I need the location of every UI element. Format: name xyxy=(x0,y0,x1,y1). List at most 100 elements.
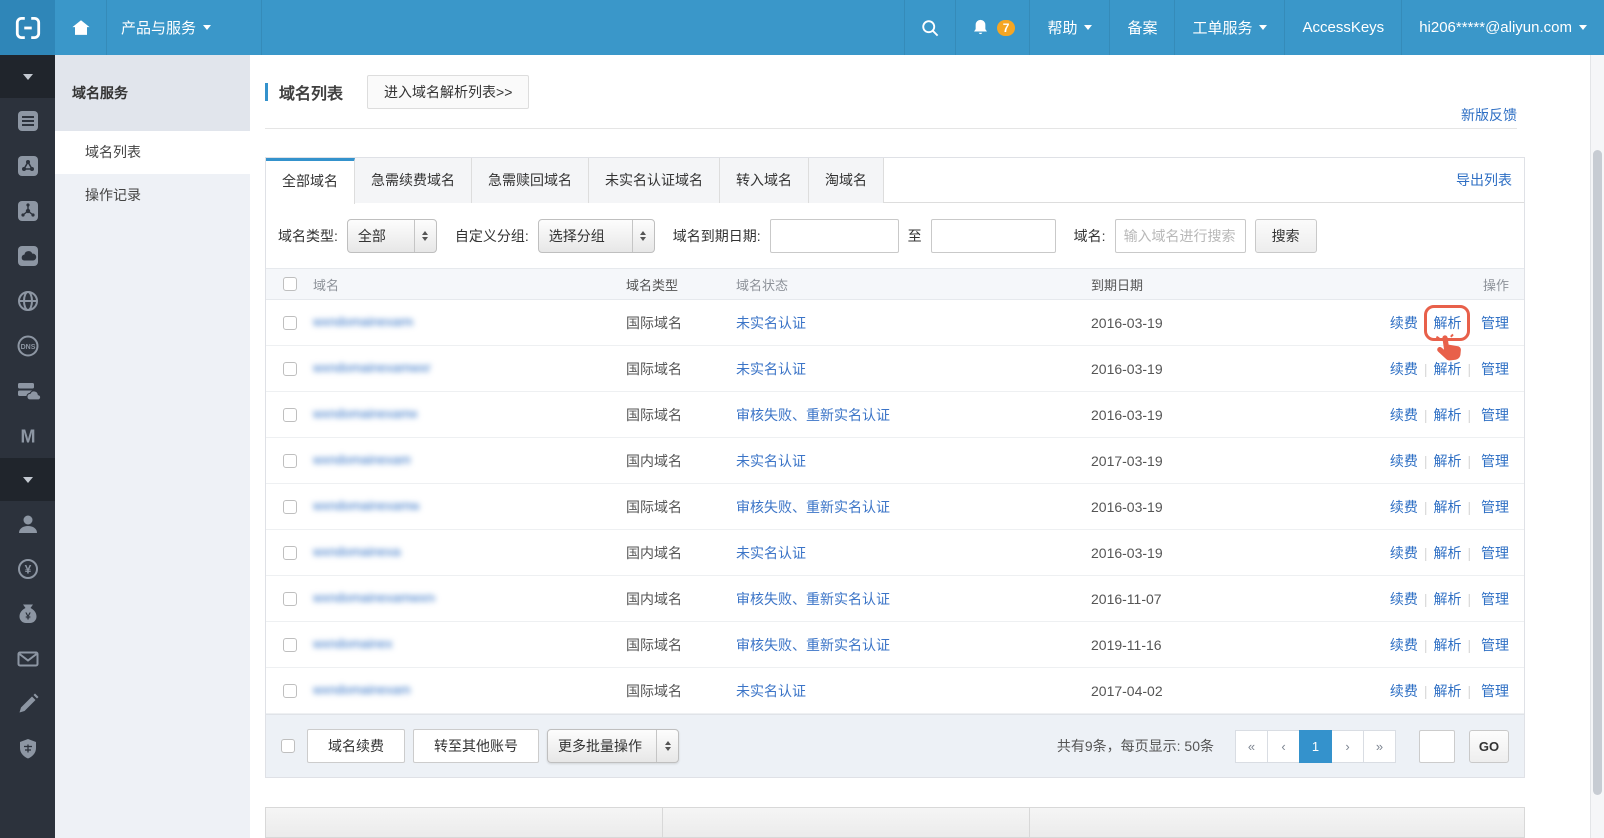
expiry-date-from-input[interactable] xyxy=(770,219,899,253)
renew-link[interactable]: 续费 xyxy=(1390,407,1418,423)
row-checkbox[interactable] xyxy=(283,638,297,652)
domain-status-link[interactable]: 未实名认证 xyxy=(736,361,806,377)
domain-status-link[interactable]: 未实名认证 xyxy=(736,453,806,469)
manage-link[interactable]: 管理 xyxy=(1481,453,1509,469)
resolve-link[interactable]: 解析 xyxy=(1433,407,1461,423)
renew-link[interactable]: 续费 xyxy=(1390,361,1418,377)
row-checkbox[interactable] xyxy=(283,316,297,330)
expiry-date-to-input[interactable] xyxy=(931,219,1056,253)
products-menu[interactable]: 产品与服务 xyxy=(107,0,262,55)
manage-link[interactable]: 管理 xyxy=(1481,683,1509,699)
subnav-item-domain-list[interactable]: 域名列表 xyxy=(55,131,250,174)
search-button[interactable] xyxy=(904,0,955,55)
accesskeys-link[interactable]: AccessKeys xyxy=(1284,0,1401,55)
manage-link[interactable]: 管理 xyxy=(1481,361,1509,377)
go-button[interactable]: GO xyxy=(1469,730,1509,763)
domain-status-link[interactable]: 审核失败、重新实名认证 xyxy=(736,499,890,515)
batch-actions-select[interactable]: 更多批量操作 xyxy=(547,729,679,763)
sidebar-collapse-bottom[interactable] xyxy=(0,458,55,501)
domain-status-link[interactable]: 审核失败、重新实名认证 xyxy=(736,637,890,653)
help-menu[interactable]: 帮助 xyxy=(1029,0,1109,55)
feedback-link[interactable]: 新版反馈 xyxy=(1461,105,1517,125)
last-page-button[interactable]: » xyxy=(1363,730,1396,763)
domain-name-blurred[interactable]: wxndomainexamwxn xyxy=(313,451,411,468)
domain-type-select[interactable]: 全部 xyxy=(347,219,437,253)
home-button[interactable] xyxy=(55,0,107,55)
resolve-link[interactable]: 解析 xyxy=(1433,591,1461,607)
manage-link[interactable]: 管理 xyxy=(1481,407,1509,423)
renew-link[interactable]: 续费 xyxy=(1390,499,1418,515)
sidebar-item-funds[interactable]: ¥ xyxy=(0,591,55,636)
scrollbar-thumb[interactable] xyxy=(1593,150,1602,795)
tab-transfer-in[interactable]: 转入域名 xyxy=(720,158,809,203)
manage-link[interactable]: 管理 xyxy=(1481,499,1509,515)
row-checkbox[interactable] xyxy=(283,500,297,514)
manage-link[interactable]: 管理 xyxy=(1481,545,1509,561)
row-checkbox[interactable] xyxy=(283,684,297,698)
search-submit-button[interactable]: 搜索 xyxy=(1255,219,1317,253)
prev-page-button[interactable]: ‹ xyxy=(1267,730,1300,763)
sidebar-collapse-top[interactable] xyxy=(0,55,55,98)
row-checkbox[interactable] xyxy=(283,546,297,560)
sidebar-item-ecs[interactable] xyxy=(0,98,55,143)
page-scrollbar[interactable] xyxy=(1590,55,1604,838)
resolve-link[interactable]: 解析 xyxy=(1433,315,1461,331)
sidebar-item-edit[interactable] xyxy=(0,681,55,726)
row-checkbox[interactable] xyxy=(283,408,297,422)
sidebar-item-billing[interactable]: ¥ xyxy=(0,546,55,591)
row-checkbox[interactable] xyxy=(283,592,297,606)
sidebar-item-oss[interactable] xyxy=(0,233,55,278)
renew-link[interactable]: 续费 xyxy=(1390,545,1418,561)
sidebar-item-cdn[interactable] xyxy=(0,278,55,323)
first-page-button[interactable]: « xyxy=(1235,730,1268,763)
domain-name-blurred[interactable]: wxndomainexamwxndom xyxy=(313,589,435,606)
sidebar-item-messages[interactable] xyxy=(0,636,55,681)
sidebar-item-domain[interactable] xyxy=(0,368,55,413)
page-jump-input[interactable] xyxy=(1419,730,1455,763)
renew-domains-button[interactable]: 域名续费 xyxy=(307,729,405,763)
domain-name-blurred[interactable]: wxndomainexamwxnd xyxy=(313,497,419,514)
subnav-item-operation-log[interactable]: 操作记录 xyxy=(55,174,250,217)
manage-link[interactable]: 管理 xyxy=(1481,637,1509,653)
tab-all-domains[interactable]: 全部域名 xyxy=(266,158,355,204)
domain-status-link[interactable]: 未实名认证 xyxy=(736,683,806,699)
resolve-link[interactable]: 解析 xyxy=(1433,453,1461,469)
renew-link[interactable]: 续费 xyxy=(1390,315,1418,331)
tab-redeem-urgent[interactable]: 急需赎回域名 xyxy=(472,158,589,203)
notifications-button[interactable]: 7 xyxy=(955,0,1030,55)
export-list-link[interactable]: 导出列表 xyxy=(1456,158,1512,203)
custom-group-select[interactable]: 选择分组 xyxy=(538,219,655,253)
row-checkbox[interactable] xyxy=(283,454,297,468)
resolve-link[interactable]: 解析 xyxy=(1433,499,1461,515)
sidebar-item-dns[interactable]: DNS xyxy=(0,323,55,368)
sidebar-item-user[interactable] xyxy=(0,501,55,546)
sidebar-item-security[interactable] xyxy=(0,726,55,771)
aliyun-logo[interactable] xyxy=(0,0,55,55)
tab-not-verified[interactable]: 未实名认证域名 xyxy=(589,158,720,203)
resolve-link[interactable]: 解析 xyxy=(1433,637,1461,653)
tab-tao-domains[interactable]: 淘域名 xyxy=(809,158,884,203)
beian-link[interactable]: 备案 xyxy=(1109,0,1174,55)
domain-name-blurred[interactable]: wxndomainexamwxn xyxy=(313,405,417,422)
row-checkbox[interactable] xyxy=(283,362,297,376)
next-page-button[interactable]: › xyxy=(1331,730,1364,763)
resolve-link[interactable]: 解析 xyxy=(1433,361,1461,377)
renew-link[interactable]: 续费 xyxy=(1390,637,1418,653)
resolve-link[interactable]: 解析 xyxy=(1433,545,1461,561)
domain-name-blurred[interactable]: wxndomainexamw xyxy=(313,543,401,560)
domain-status-link[interactable]: 未实名认证 xyxy=(736,545,806,561)
domain-name-blurred[interactable]: wxndomainexamwxndom xyxy=(313,359,431,376)
domain-status-link[interactable]: 审核失败、重新实名认证 xyxy=(736,591,890,607)
sidebar-item-slb[interactable] xyxy=(0,143,55,188)
manage-link[interactable]: 管理 xyxy=(1481,315,1509,331)
tickets-menu[interactable]: 工单服务 xyxy=(1174,0,1284,55)
domain-search-input[interactable] xyxy=(1115,219,1246,253)
domain-name-blurred[interactable]: wxndomainexam xyxy=(313,635,393,652)
transfer-account-button[interactable]: 转至其他账号 xyxy=(413,729,539,763)
resolve-link[interactable]: 解析 xyxy=(1433,683,1461,699)
domain-name-blurred[interactable]: wxndomainexamwxn xyxy=(313,313,413,330)
domain-status-link[interactable]: 审核失败、重新实名认证 xyxy=(736,407,890,423)
renew-link[interactable]: 续费 xyxy=(1390,453,1418,469)
enter-dns-list-button[interactable]: 进入域名解析列表>> xyxy=(367,75,529,109)
domain-status-link[interactable]: 未实名认证 xyxy=(736,315,806,331)
